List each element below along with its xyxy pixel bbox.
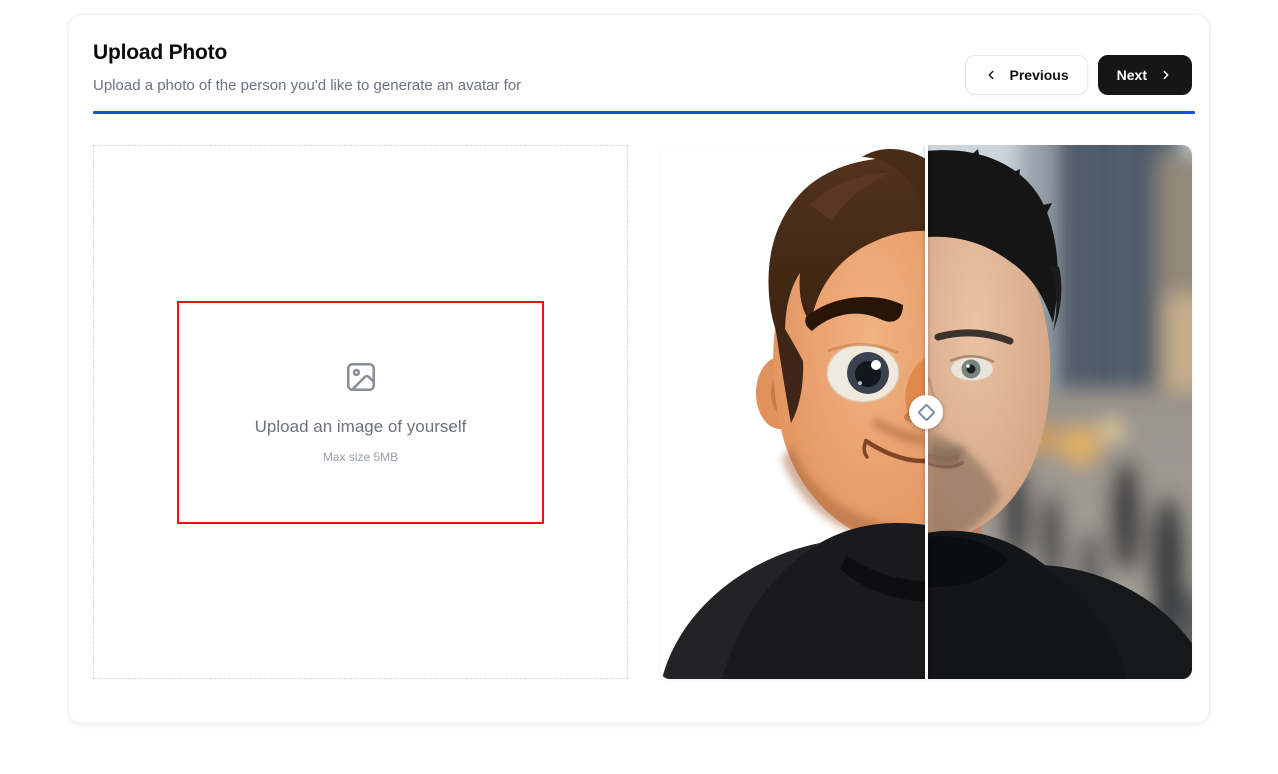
- header-text: Upload Photo Upload a photo of the perso…: [93, 41, 521, 94]
- comparison-slider-handle[interactable]: [909, 395, 943, 429]
- photo-after-half: [926, 145, 1192, 679]
- card-header: Upload Photo Upload a photo of the perso…: [93, 41, 1192, 95]
- upload-dropzone-highlighted-area[interactable]: Upload an image of yourself Max size 5MB: [177, 300, 544, 524]
- next-button-label: Next: [1116, 67, 1147, 83]
- chevron-left-icon: [984, 68, 998, 82]
- diamond-icon: [916, 402, 936, 422]
- upload-photo-card: Upload Photo Upload a photo of the perso…: [68, 14, 1210, 724]
- upload-size-hint: Max size 5MB: [322, 450, 399, 464]
- previous-button-label: Previous: [1009, 67, 1069, 83]
- upload-dropzone[interactable]: Upload an image of yourself Max size 5MB: [93, 145, 628, 679]
- accent-divider: [93, 111, 1195, 114]
- avatar-before-half: [660, 145, 927, 679]
- page-title: Upload Photo: [93, 41, 228, 64]
- next-button[interactable]: Next: [1097, 55, 1192, 95]
- upload-label: Upload an image of yourself: [254, 417, 467, 436]
- content-row: Upload an image of yourself Max size 5MB: [93, 145, 1192, 679]
- before-after-comparison-slider[interactable]: [660, 145, 1192, 679]
- image-placeholder-icon: [344, 360, 378, 399]
- page-subtitle: Upload a photo of the person you'd like …: [93, 77, 522, 94]
- chevron-right-icon: [1159, 68, 1173, 82]
- wizard-nav: Previous Next: [964, 55, 1192, 95]
- previous-button[interactable]: Previous: [964, 55, 1088, 95]
